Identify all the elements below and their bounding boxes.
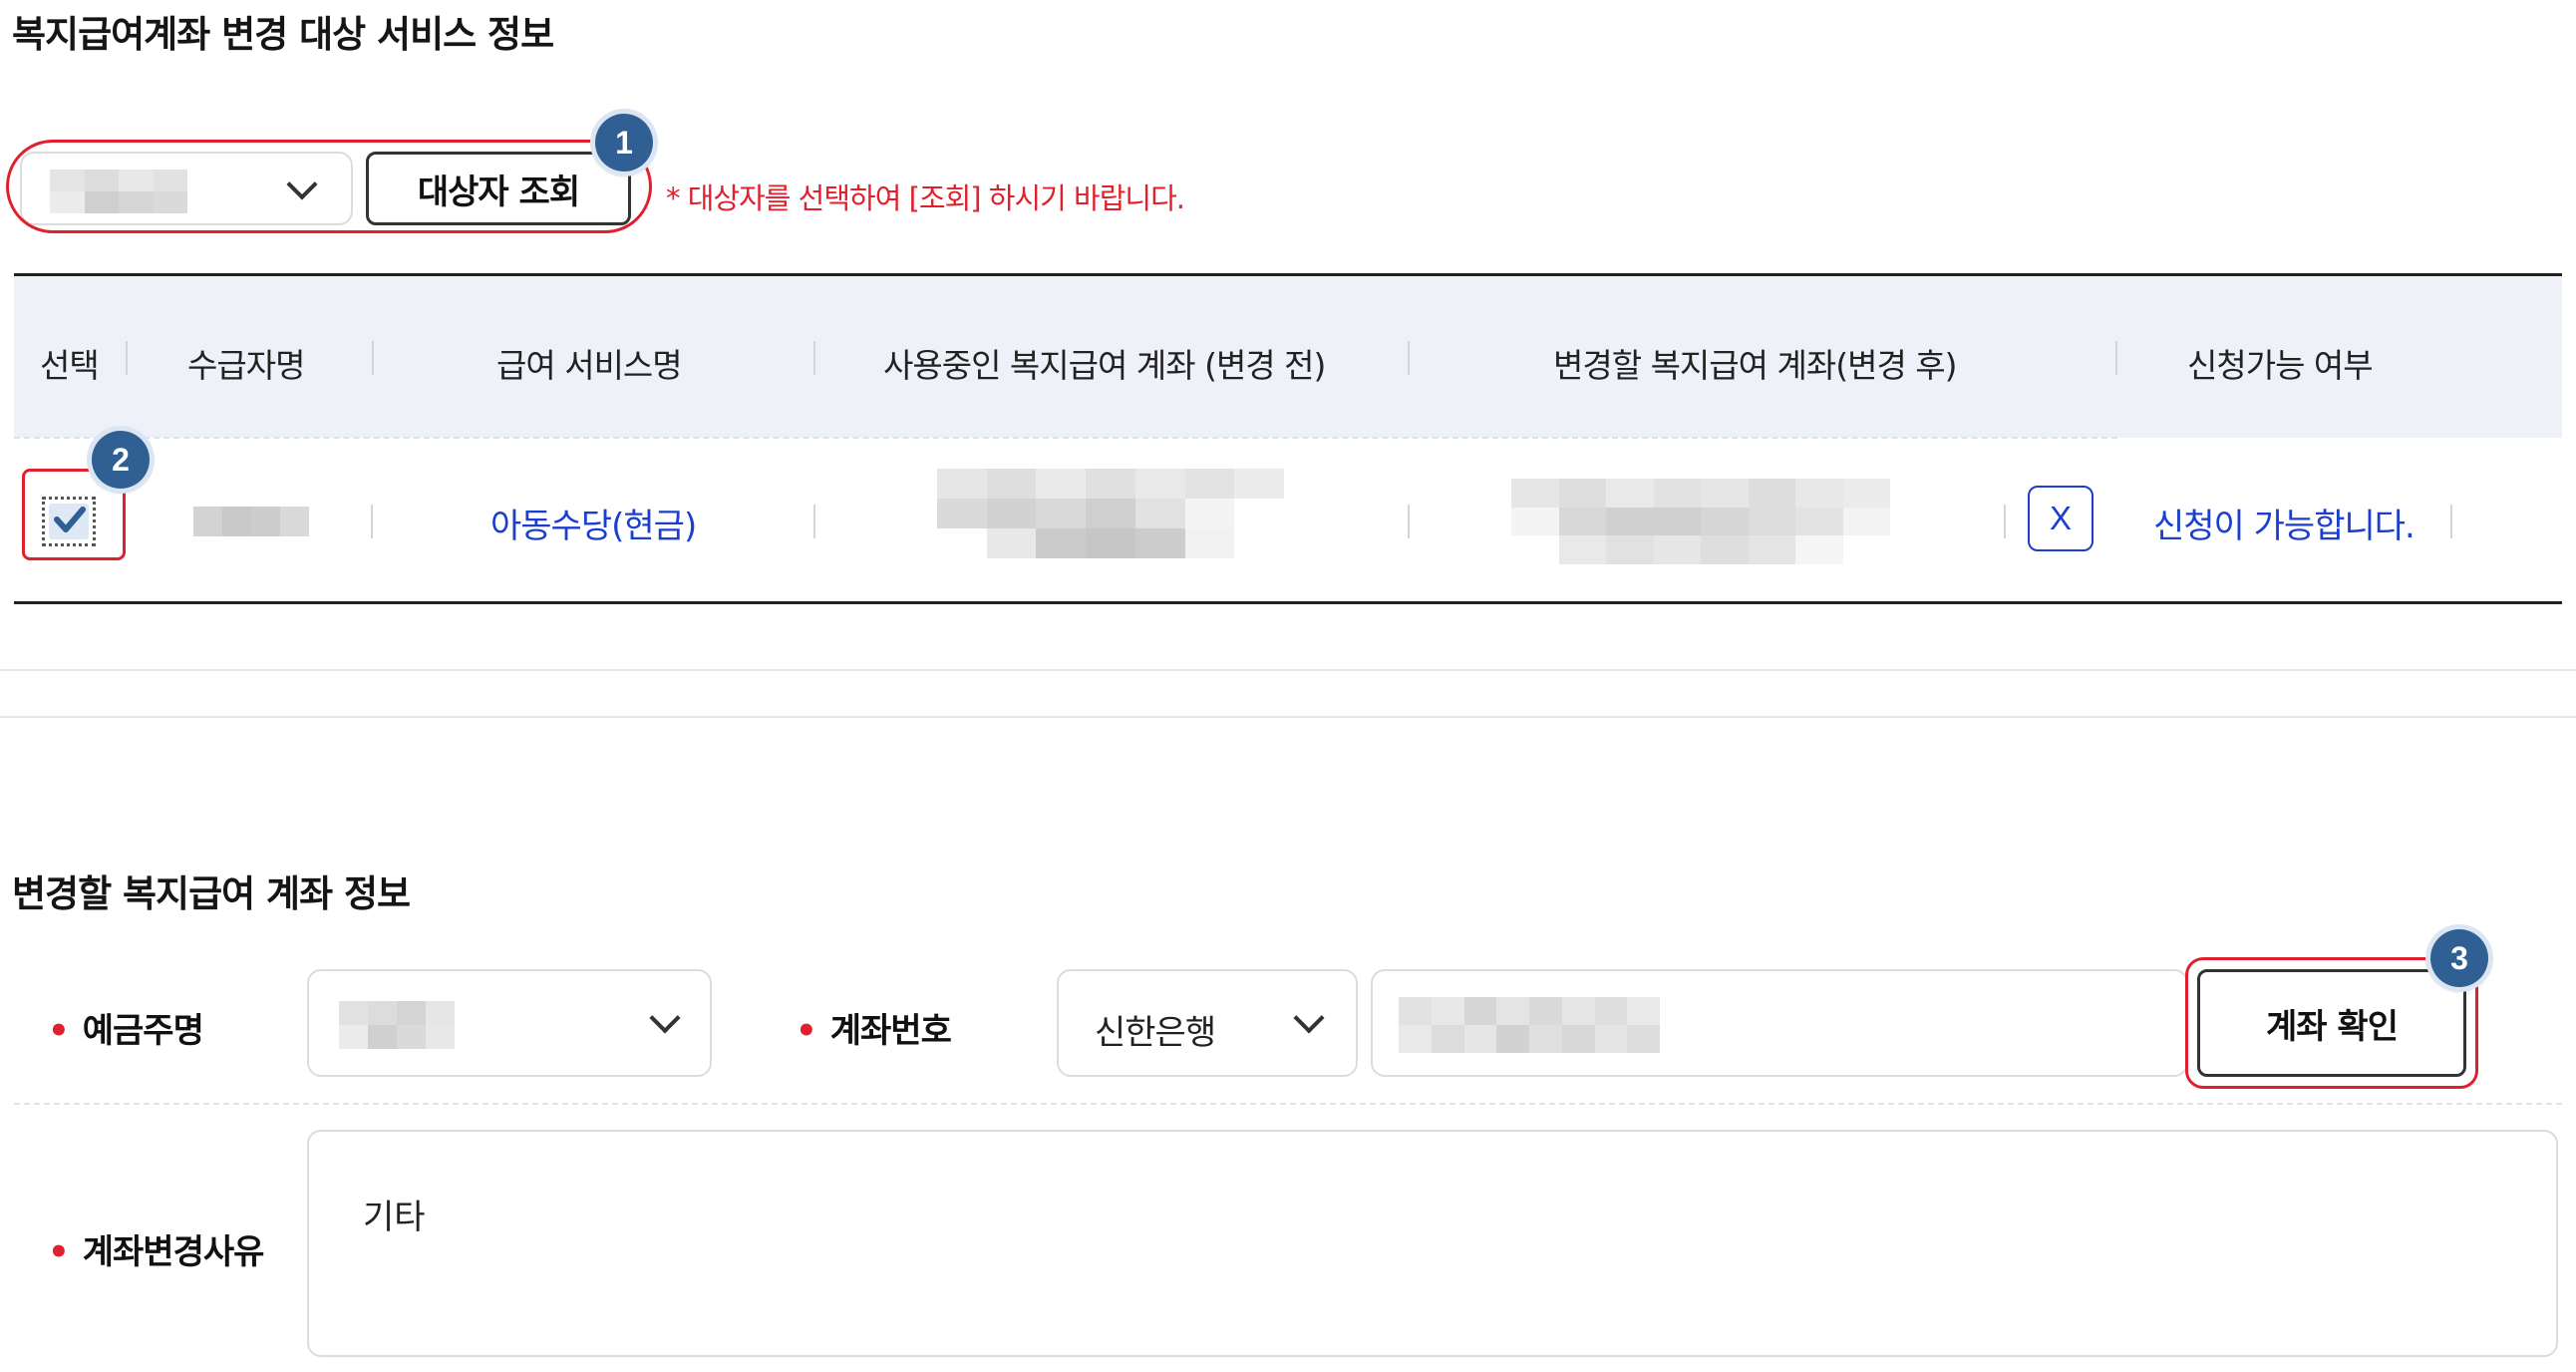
row-divider xyxy=(14,1103,2562,1105)
change-reason-label: • 계좌변경사유 xyxy=(48,1224,265,1273)
section-title-new-account: 변경할 복지급여 계좌 정보 xyxy=(12,872,411,915)
account-number-label: • 계좌번호 xyxy=(796,1003,952,1052)
annotation-badge-1: 1 xyxy=(595,114,653,172)
clear-account-button[interactable]: X xyxy=(2028,486,2093,551)
blurred-holder-name xyxy=(339,1001,455,1049)
row-separator xyxy=(2450,505,2452,538)
header-current-account: 사용중인 복지급여 계좌 (변경 전) xyxy=(883,346,1326,385)
header-service-name: 급여 서비스명 xyxy=(496,346,683,385)
annotation-ring-1 xyxy=(6,140,652,233)
account-number-input[interactable] xyxy=(1371,969,2188,1077)
header-new-account: 변경할 복지급여 계좌(변경 후) xyxy=(1553,346,1958,385)
holder-name-label: • 예금주명 xyxy=(48,1003,204,1052)
holder-name-label-text: 예금주명 xyxy=(82,1011,204,1051)
account-number-label-text: 계좌번호 xyxy=(829,1011,952,1051)
change-reason-label-text: 계좌변경사유 xyxy=(82,1232,265,1272)
section-title-target-service: 복지급여계좌 변경 대상 서비스 정보 xyxy=(12,13,554,56)
row-separator xyxy=(371,505,373,538)
required-mark: • xyxy=(48,1232,70,1272)
blurred-new-account xyxy=(1511,479,1890,564)
blurred-recipient-name xyxy=(193,507,309,536)
header-separator xyxy=(126,341,128,375)
service-name-link[interactable]: 아동수당(현금) xyxy=(490,499,697,547)
header-separator xyxy=(372,341,374,375)
row-separator xyxy=(2004,505,2006,538)
chevron-down-icon xyxy=(1293,1002,1325,1034)
header-row-divider xyxy=(14,437,2117,439)
required-mark: • xyxy=(796,1011,817,1051)
blurred-account-number xyxy=(1399,997,1660,1053)
header-select: 선택 xyxy=(40,346,100,385)
change-reason-textarea[interactable]: 기타 xyxy=(307,1130,2558,1357)
bank-select-value: 신한은행 xyxy=(1095,1013,1216,1053)
row-separator xyxy=(813,505,815,538)
blurred-current-account xyxy=(937,469,1284,558)
annotation-badge-3: 3 xyxy=(2430,929,2488,987)
annotation-badge-2: 2 xyxy=(92,431,150,489)
eligibility-status: 신청이 가능합니다. xyxy=(2153,507,2415,546)
header-separator xyxy=(813,341,815,375)
required-mark: • xyxy=(48,1011,70,1051)
header-separator xyxy=(2115,341,2117,375)
selection-hint: * 대상자를 선택하여 [조회] 하시기 바랍니다. xyxy=(666,181,1185,215)
bank-select[interactable]: 신한은행 xyxy=(1057,969,1358,1077)
header-separator xyxy=(1408,341,1410,375)
chevron-down-icon xyxy=(649,1002,681,1034)
section-divider xyxy=(0,716,2576,718)
row-separator xyxy=(1408,505,1410,538)
table-bottom-border xyxy=(14,601,2562,604)
close-icon: X xyxy=(2049,500,2072,536)
header-eligibility: 신청가능 여부 xyxy=(2187,346,2374,385)
change-reason-value: 기타 xyxy=(363,1198,426,1237)
header-recipient-name: 수급자명 xyxy=(187,346,305,385)
holder-name-select[interactable] xyxy=(307,969,712,1077)
section-divider xyxy=(0,669,2576,671)
annotation-ring-3 xyxy=(2185,957,2478,1089)
